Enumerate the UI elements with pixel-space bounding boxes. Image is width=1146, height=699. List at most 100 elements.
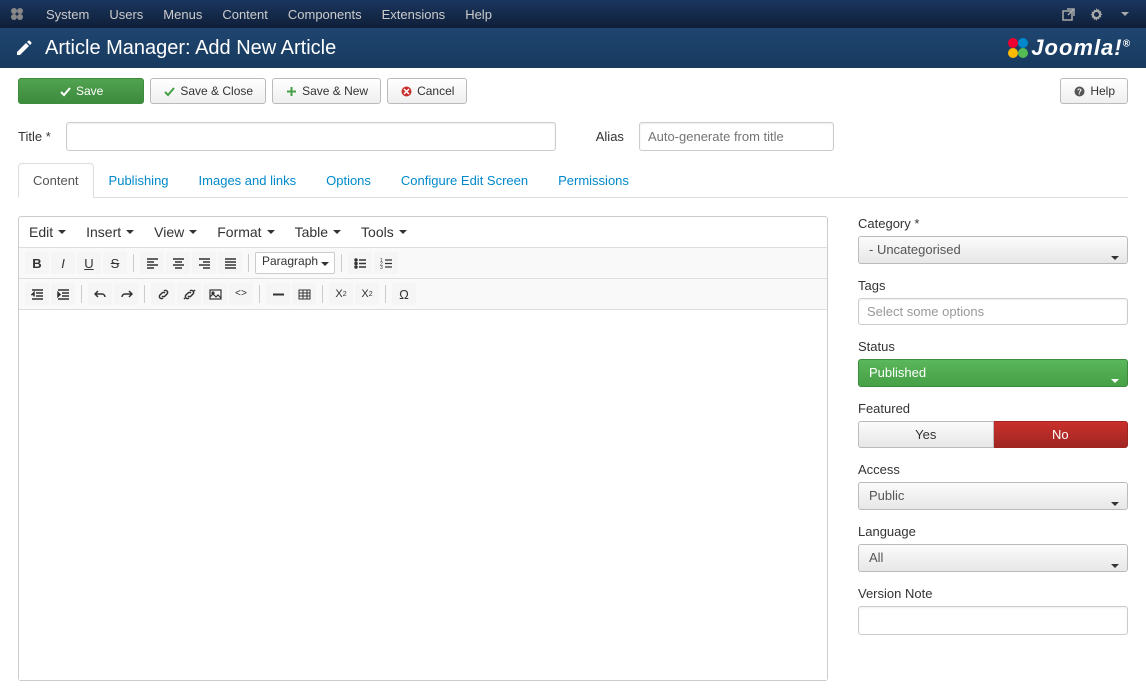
nav-components[interactable]: Components bbox=[288, 7, 362, 22]
redo-icon[interactable] bbox=[114, 283, 138, 305]
brand-text: Joomla!® bbox=[1031, 35, 1131, 61]
page-title: Article Manager: Add New Article bbox=[45, 37, 336, 60]
status-select[interactable]: Published bbox=[858, 359, 1128, 387]
image-icon[interactable] bbox=[203, 283, 227, 305]
chevron-down-icon[interactable] bbox=[1116, 6, 1132, 22]
editor-column: Edit Insert View Format Table Tools B I … bbox=[18, 216, 828, 681]
category-label: Category * bbox=[858, 216, 1128, 231]
editor-menu-view[interactable]: View bbox=[154, 224, 197, 240]
check-icon bbox=[163, 85, 175, 97]
featured-yes[interactable]: Yes bbox=[858, 421, 994, 448]
editor-toolbar-row2: <> X2 X2 Ω bbox=[19, 279, 827, 310]
tags-input[interactable]: Select some options bbox=[858, 298, 1128, 325]
align-center-icon[interactable] bbox=[166, 252, 190, 274]
page-header: Article Manager: Add New Article Joomla!… bbox=[0, 28, 1146, 68]
plus-icon bbox=[285, 85, 297, 97]
tab-publishing[interactable]: Publishing bbox=[94, 163, 184, 198]
featured-no[interactable]: No bbox=[994, 421, 1129, 448]
title-input[interactable] bbox=[66, 122, 556, 151]
nav-extensions[interactable]: Extensions bbox=[382, 7, 446, 22]
editor-menu-insert[interactable]: Insert bbox=[86, 224, 134, 240]
tab-permissions[interactable]: Permissions bbox=[543, 163, 644, 198]
unlink-icon[interactable] bbox=[177, 283, 201, 305]
undo-icon[interactable] bbox=[88, 283, 112, 305]
bold-icon[interactable]: B bbox=[25, 252, 49, 274]
admin-topnav: System Users Menus Content Components Ex… bbox=[0, 0, 1146, 28]
access-label: Access bbox=[858, 462, 1128, 477]
language-label: Language bbox=[858, 524, 1128, 539]
title-row: Title * Alias bbox=[0, 114, 1146, 163]
joomla-logo: Joomla!® bbox=[1005, 35, 1131, 61]
save-close-button[interactable]: Save & Close bbox=[150, 78, 266, 104]
save-new-button[interactable]: Save & New bbox=[272, 78, 381, 104]
featured-label: Featured bbox=[858, 401, 1128, 416]
main-area: Edit Insert View Format Table Tools B I … bbox=[0, 198, 1146, 699]
nav-help[interactable]: Help bbox=[465, 7, 492, 22]
omega-icon[interactable]: Ω bbox=[392, 283, 416, 305]
strikethrough-icon[interactable]: S bbox=[103, 252, 127, 274]
gear-icon[interactable] bbox=[1088, 6, 1104, 22]
tab-content[interactable]: Content bbox=[18, 163, 94, 198]
tab-images-links[interactable]: Images and links bbox=[184, 163, 312, 198]
nav-content[interactable]: Content bbox=[222, 7, 268, 22]
tab-bar: Content Publishing Images and links Opti… bbox=[18, 163, 1128, 198]
link-icon[interactable] bbox=[151, 283, 175, 305]
align-justify-icon[interactable] bbox=[218, 252, 242, 274]
tags-label: Tags bbox=[858, 278, 1128, 293]
align-left-icon[interactable] bbox=[140, 252, 164, 274]
featured-toggle: Yes No bbox=[858, 421, 1128, 448]
title-label: Title * bbox=[18, 129, 51, 144]
nav-menus[interactable]: Menus bbox=[163, 7, 202, 22]
editor-menu-format[interactable]: Format bbox=[217, 224, 274, 240]
access-select[interactable]: Public bbox=[858, 482, 1128, 510]
format-select[interactable]: Paragraph bbox=[255, 252, 335, 274]
indent-icon[interactable] bbox=[51, 283, 75, 305]
align-right-icon[interactable] bbox=[192, 252, 216, 274]
check-icon bbox=[59, 85, 71, 97]
nav-users[interactable]: Users bbox=[109, 7, 143, 22]
svg-text:?: ? bbox=[1077, 87, 1082, 96]
cancel-icon bbox=[400, 85, 412, 97]
language-select[interactable]: All bbox=[858, 544, 1128, 572]
code-icon[interactable]: <> bbox=[229, 283, 253, 305]
joomla-icon[interactable] bbox=[8, 5, 26, 23]
editor-toolbar-row1: B I U S Paragraph 123 bbox=[19, 248, 827, 279]
table-icon[interactable] bbox=[292, 283, 316, 305]
hr-icon[interactable] bbox=[266, 283, 290, 305]
svg-text:3: 3 bbox=[380, 265, 383, 269]
alias-input[interactable] bbox=[639, 122, 834, 151]
outdent-icon[interactable] bbox=[25, 283, 49, 305]
status-label: Status bbox=[858, 339, 1128, 354]
nav-system[interactable]: System bbox=[46, 7, 89, 22]
cancel-button[interactable]: Cancel bbox=[387, 78, 467, 104]
chevron-down-icon bbox=[1109, 556, 1119, 571]
underline-icon[interactable]: U bbox=[77, 252, 101, 274]
tab-configure-edit[interactable]: Configure Edit Screen bbox=[386, 163, 543, 198]
action-toolbar: Save Save & Close Save & New Cancel ? He… bbox=[0, 68, 1146, 114]
bullet-list-icon[interactable] bbox=[348, 252, 372, 274]
sidebar: Category * - Uncategorised Tags Select s… bbox=[858, 216, 1128, 681]
editor-menu-table[interactable]: Table bbox=[295, 224, 341, 240]
save-button[interactable]: Save bbox=[18, 78, 144, 104]
editor-menu-edit[interactable]: Edit bbox=[29, 224, 66, 240]
chevron-down-icon bbox=[1109, 371, 1119, 386]
tab-options[interactable]: Options bbox=[311, 163, 386, 198]
question-icon: ? bbox=[1073, 85, 1085, 97]
version-note-input[interactable] bbox=[858, 606, 1128, 635]
editor-menubar: Edit Insert View Format Table Tools bbox=[19, 217, 827, 248]
category-select[interactable]: - Uncategorised bbox=[858, 236, 1128, 264]
editor: Edit Insert View Format Table Tools B I … bbox=[18, 216, 828, 681]
italic-icon[interactable]: I bbox=[51, 252, 75, 274]
superscript-icon[interactable]: X2 bbox=[355, 283, 379, 305]
pencil-icon bbox=[15, 39, 33, 57]
number-list-icon[interactable]: 123 bbox=[374, 252, 398, 274]
external-link-icon[interactable] bbox=[1060, 6, 1076, 22]
chevron-down-icon bbox=[1109, 248, 1119, 263]
chevron-down-icon bbox=[1109, 494, 1119, 509]
help-button[interactable]: ? Help bbox=[1060, 78, 1128, 104]
editor-content-area[interactable] bbox=[19, 310, 827, 680]
version-note-label: Version Note bbox=[858, 586, 1128, 601]
editor-menu-tools[interactable]: Tools bbox=[361, 224, 407, 240]
subscript-icon[interactable]: X2 bbox=[329, 283, 353, 305]
alias-label: Alias bbox=[596, 129, 624, 144]
